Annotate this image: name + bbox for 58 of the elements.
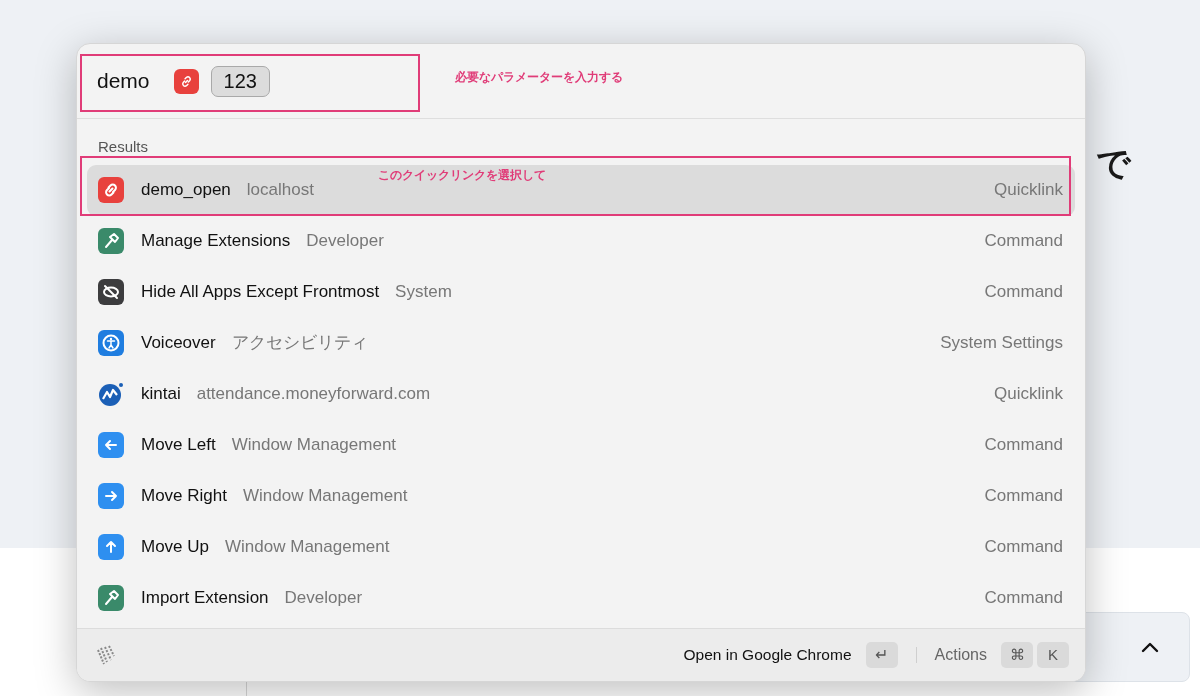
link-icon bbox=[98, 177, 124, 203]
hammer-icon bbox=[98, 228, 124, 254]
result-row[interactable]: Move Up Window Management Command bbox=[87, 521, 1075, 573]
wave-logo-icon bbox=[98, 381, 124, 407]
return-key: ↵ bbox=[865, 642, 898, 668]
arrow-right-icon bbox=[98, 483, 124, 509]
result-row[interactable]: Move Left Window Management Command bbox=[87, 419, 1075, 471]
annotation-text: 必要なパラメーターを入力する bbox=[455, 69, 623, 86]
result-title: Move Left bbox=[141, 434, 216, 457]
result-subtitle: アクセシビリティ bbox=[231, 332, 368, 355]
accessibility-icon bbox=[98, 330, 124, 356]
result-type: Quicklink bbox=[994, 179, 1063, 202]
arrow-left-icon bbox=[98, 432, 124, 458]
result-type: Command bbox=[984, 536, 1063, 559]
result-type: Quicklink bbox=[994, 383, 1063, 406]
primary-action-label: Open in Google Chrome bbox=[683, 645, 852, 666]
chevron-up-icon[interactable] bbox=[1141, 641, 1159, 653]
result-row[interactable]: Hide All Apps Except Frontmost System Command bbox=[87, 266, 1075, 318]
result-row[interactable]: Voiceover アクセシビリティ System Settings bbox=[87, 317, 1075, 369]
result-row[interactable]: Manage Extensions Developer Command bbox=[87, 215, 1075, 267]
result-subtitle: Developer bbox=[306, 230, 384, 253]
result-title: kintai bbox=[141, 383, 181, 406]
argument-field[interactable]: 123 bbox=[210, 65, 270, 97]
section-heading: Results bbox=[97, 137, 150, 157]
result-title: Voiceover bbox=[141, 332, 216, 355]
result-title: Hide All Apps Except Frontmost bbox=[141, 281, 380, 304]
keyboard-key: ⌘ bbox=[1001, 642, 1033, 668]
actions-button[interactable]: Actions bbox=[934, 643, 987, 667]
result-type: Command bbox=[984, 485, 1063, 508]
result-row[interactable]: kintai attendance.moneyforward.com Quicklink bbox=[87, 368, 1075, 420]
result-subtitle: System bbox=[395, 281, 452, 304]
result-subtitle: Developer bbox=[284, 587, 363, 610]
result-type: Command bbox=[984, 230, 1063, 253]
result-subtitle: Window Management bbox=[231, 434, 397, 457]
keyboard-key: K bbox=[1037, 642, 1069, 668]
result-row[interactable]: Import Extension Developer Command bbox=[87, 572, 1075, 624]
result-row[interactable]: Move Right Window Management Command bbox=[87, 470, 1075, 522]
link-icon bbox=[173, 68, 199, 94]
result-title: Manage Extensions bbox=[141, 230, 291, 253]
result-type: Command bbox=[984, 281, 1063, 304]
result-title: demo_open bbox=[141, 179, 231, 202]
result-type: Command bbox=[984, 587, 1063, 610]
hammer-icon bbox=[98, 585, 124, 611]
result-type: System Settings bbox=[940, 332, 1063, 355]
arrow-up-icon bbox=[98, 534, 124, 560]
app-logo-icon bbox=[95, 644, 117, 666]
search-query[interactable]: demo bbox=[97, 65, 150, 97]
result-subtitle: attendance.moneyforward.com bbox=[196, 383, 431, 406]
result-title: Move Up bbox=[141, 536, 210, 559]
result-subtitle: localhost bbox=[246, 179, 314, 202]
annotation-text: このクイックリンクを選択して bbox=[378, 167, 546, 184]
result-subtitle: Window Management bbox=[243, 485, 408, 508]
result-title: Import Extension bbox=[141, 587, 269, 610]
result-type: Command bbox=[984, 434, 1063, 457]
result-title: Move Right bbox=[141, 485, 227, 508]
eye-slash-icon bbox=[98, 279, 124, 305]
heading-text: で bbox=[1096, 146, 1131, 180]
result-subtitle: Window Management bbox=[225, 536, 390, 559]
